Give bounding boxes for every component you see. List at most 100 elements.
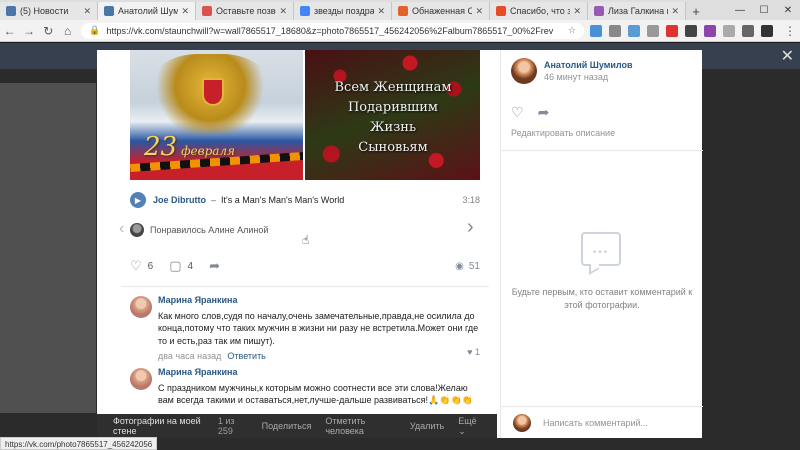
comment-time[interactable]: два часа назад bbox=[158, 350, 221, 363]
comment-likes-count: 1 bbox=[474, 347, 480, 357]
like-button[interactable]: ♡ 6 bbox=[130, 258, 153, 274]
eye-icon: ◉ bbox=[455, 260, 464, 272]
browser-tab[interactable]: Лиза Галкина позд✕ bbox=[588, 2, 686, 20]
more-menu[interactable]: Ещё ⌄ bbox=[458, 416, 483, 437]
share-button[interactable]: ➦ bbox=[209, 258, 226, 274]
avatar[interactable] bbox=[511, 58, 537, 84]
bookmark-star-icon[interactable]: ☆ bbox=[568, 25, 576, 36]
extensions-area: ⋮ bbox=[589, 24, 800, 38]
back-icon[interactable]: ← bbox=[0, 24, 19, 38]
extension-icon[interactable] bbox=[665, 24, 678, 37]
photo-actions: ♡ ➦ bbox=[511, 104, 563, 121]
post-time[interactable]: 46 минут назад bbox=[544, 72, 633, 82]
post-panel: 23 февраля Всем Женщинам Подарившим Жизнь… bbox=[97, 50, 497, 438]
extension-icon[interactable] bbox=[741, 24, 754, 37]
no-comments-text: Будьте первым, кто оставит комментарий к… bbox=[511, 287, 693, 310]
more-label: Ещё bbox=[458, 415, 477, 426]
avatar bbox=[513, 413, 531, 432]
comment-meta: два часа назад Ответить bbox=[158, 350, 482, 363]
album-link[interactable]: Фотографии на моей стене bbox=[113, 416, 212, 436]
image-month: февраля bbox=[181, 144, 235, 158]
comment-text: Как много слов,судя по началу,очень заме… bbox=[158, 310, 479, 346]
avatar bbox=[130, 223, 144, 237]
roses-image-caption: Всем Женщинам Подарившим Жизнь Сыновьям bbox=[305, 78, 481, 158]
close-tab-icon[interactable]: ✕ bbox=[573, 6, 581, 17]
minimize-icon[interactable]: — bbox=[728, 5, 752, 16]
share-link[interactable]: Поделиться bbox=[262, 421, 312, 431]
empty-comments-icon: ••• bbox=[581, 232, 621, 266]
avatar[interactable] bbox=[130, 296, 152, 318]
forward-icon[interactable]: → bbox=[19, 24, 38, 38]
comment-like-button[interactable]: ♥ 1 bbox=[467, 346, 480, 359]
extension-icon[interactable] bbox=[760, 24, 773, 37]
hand-cursor-icon: ☝ bbox=[302, 233, 310, 247]
tag-person-link[interactable]: Отметить человека bbox=[325, 416, 396, 436]
heart-icon[interactable]: ♡ bbox=[511, 104, 524, 121]
browser-tab[interactable]: Обнаженная Семь✕ bbox=[392, 2, 490, 20]
browser-tab[interactable]: (5) Новости ✕ bbox=[0, 2, 98, 20]
close-tab-icon[interactable]: ✕ bbox=[83, 6, 91, 17]
close-tab-icon[interactable]: ✕ bbox=[279, 6, 287, 17]
roses-image[interactable]: Всем Женщинам Подарившим Жизнь Сыновьям bbox=[305, 50, 480, 180]
image-caption-line: Жизнь bbox=[369, 120, 417, 135]
browser-tab[interactable]: звезды поздравле✕ bbox=[294, 2, 392, 20]
maximize-icon[interactable]: ☐ bbox=[752, 5, 776, 16]
image-caption-line: Сыновьям bbox=[358, 140, 428, 155]
close-window-icon[interactable]: ✕ bbox=[776, 5, 800, 16]
extension-icon[interactable] bbox=[608, 24, 621, 37]
audio-artist[interactable]: Joe Dibrutto bbox=[153, 195, 206, 205]
chevron-down-icon: ⌄ bbox=[458, 425, 466, 436]
close-tab-icon[interactable]: ✕ bbox=[671, 6, 679, 17]
extension-icon[interactable] bbox=[703, 24, 716, 37]
menu-kebab-icon[interactable]: ⋮ bbox=[780, 24, 800, 38]
delete-link[interactable]: Удалить bbox=[410, 421, 444, 431]
left-column-dimmed bbox=[0, 83, 96, 413]
avatar[interactable] bbox=[130, 368, 152, 390]
browser-tab[interactable]: Спасибо, что заст✕ bbox=[490, 2, 588, 20]
author-name[interactable]: Анатолий Шумилов bbox=[544, 60, 633, 70]
close-tab-icon[interactable]: ✕ bbox=[181, 6, 189, 17]
close-tab-icon[interactable]: ✕ bbox=[475, 6, 483, 17]
extension-icon[interactable] bbox=[684, 24, 697, 37]
heart-icon: ♡ bbox=[130, 258, 142, 273]
play-icon[interactable]: ▶ bbox=[130, 192, 146, 208]
comment-author[interactable]: Марина Яранкина bbox=[158, 294, 482, 307]
browser-tab-active[interactable]: Анатолий Шумилов✕ bbox=[98, 2, 196, 20]
home-icon[interactable]: ⌂ bbox=[58, 24, 77, 38]
audio-track: It's a Man's Man's Man's World bbox=[221, 195, 345, 205]
close-viewer-icon[interactable]: ✕ bbox=[781, 46, 794, 66]
new-comment-box[interactable]: Написать комментарий... bbox=[501, 406, 703, 438]
comment-icon: ▢ bbox=[169, 258, 182, 273]
comment-author[interactable]: Марина Яранкина bbox=[158, 366, 482, 379]
audio-duration: 3:18 bbox=[462, 195, 480, 205]
browser-tab-bar: (5) Новости✕ Анатолий Шумилов✕ Оставьте … bbox=[0, 0, 800, 20]
url-field[interactable]: 🔒 https://vk.com/staunchwill?w=wall78655… bbox=[81, 22, 584, 39]
comment-button[interactable]: ▢ 4 bbox=[169, 258, 193, 274]
site-favicon-icon bbox=[496, 6, 506, 16]
close-tab-icon[interactable]: ✕ bbox=[377, 6, 385, 17]
new-tab-button[interactable]: + bbox=[686, 2, 706, 20]
share-arrow-icon[interactable]: ➦ bbox=[538, 104, 550, 121]
site-favicon-icon bbox=[398, 6, 408, 16]
liked-by[interactable]: Понравилось Алине Алиной bbox=[130, 222, 268, 238]
defender-day-image[interactable]: 23 февраля bbox=[130, 50, 303, 180]
audio-attachment: ▶ Joe Dibrutto – It's a Man's Man's Man'… bbox=[130, 190, 480, 210]
vk-favicon-icon bbox=[6, 6, 16, 16]
photo-author: Анатолий Шумилов 46 минут назад bbox=[511, 58, 633, 84]
extension-icon[interactable] bbox=[589, 24, 602, 37]
reply-link[interactable]: Ответить bbox=[227, 350, 265, 363]
address-bar-row: ← → ↻ ⌂ 🔒 https://vk.com/staunchwill?w=w… bbox=[0, 20, 800, 42]
likes-count: 6 bbox=[147, 260, 154, 272]
extension-icon[interactable] bbox=[646, 24, 659, 37]
site-favicon-icon bbox=[202, 6, 212, 16]
extension-icon[interactable] bbox=[627, 24, 640, 37]
browser-tab[interactable]: Оставьте позвоно✕ bbox=[196, 2, 294, 20]
extension-icon[interactable] bbox=[722, 24, 735, 37]
edit-description-link[interactable]: Редактировать описание bbox=[511, 128, 615, 138]
prev-photo-icon[interactable]: ‹ bbox=[119, 220, 124, 238]
tab-title: Спасибо, что заст bbox=[510, 6, 570, 16]
reload-icon[interactable]: ↻ bbox=[39, 24, 58, 38]
window-controls: — ☐ ✕ bbox=[728, 0, 800, 20]
url-text: https://vk.com/staunchwill?w=wall7865517… bbox=[106, 25, 554, 36]
next-photo-icon[interactable]: › bbox=[467, 216, 474, 239]
